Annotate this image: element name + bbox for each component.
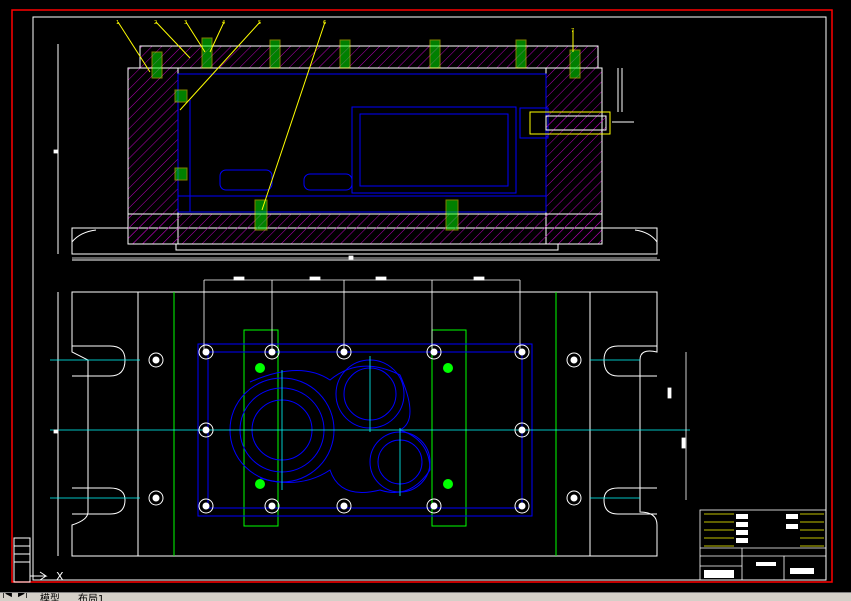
- bolt-hole: [336, 498, 352, 514]
- balloon-label: 4: [222, 20, 225, 26]
- balloon-label: 6: [323, 20, 326, 26]
- title-block-rows: [704, 513, 824, 547]
- balloon-label: 1: [116, 20, 119, 26]
- bolt: [445, 199, 459, 231]
- bolt-hole: [566, 490, 582, 506]
- balloon-label: 5: [258, 20, 261, 26]
- bolt-hole: [264, 498, 280, 514]
- bolt: [269, 39, 281, 69]
- bolt: [515, 39, 527, 69]
- bolt: [174, 89, 188, 103]
- balloon-label: 7: [571, 28, 574, 34]
- cavity: [177, 73, 547, 213]
- center-lines: [50, 356, 690, 499]
- ucs-x-label: X: [56, 570, 64, 583]
- green-markers: [255, 363, 453, 489]
- balloon-label: 3: [184, 20, 187, 26]
- bolt-hole: [426, 498, 442, 514]
- bottom-plate-hatch: [127, 213, 603, 245]
- bolt: [429, 39, 441, 69]
- bolt-hole: [148, 352, 164, 368]
- tab-nav-first[interactable]: |◀: [2, 593, 12, 599]
- ucs-icon: [13, 537, 48, 583]
- bolt: [254, 199, 268, 231]
- bolt: [151, 51, 163, 79]
- cad-drawing: 1 2 3 4 5 6 7 X: [11, 9, 833, 583]
- hatched-body: [127, 45, 603, 251]
- plan-bolts: [148, 344, 582, 514]
- bolt: [339, 39, 351, 69]
- tab-nav-next[interactable]: ▶|: [18, 593, 28, 599]
- bolt: [201, 37, 213, 69]
- bolt-hole: [566, 352, 582, 368]
- balloon-labels: 1 2 3 4 5 6 7: [116, 20, 574, 34]
- bolt-hole: [148, 490, 164, 506]
- bolt-hole: [198, 498, 214, 514]
- drawing-viewport[interactable]: 1 2 3 4 5 6 7 X: [0, 0, 851, 592]
- balloon-label: 2: [154, 20, 157, 26]
- bolt: [174, 167, 188, 181]
- bolt: [569, 49, 581, 79]
